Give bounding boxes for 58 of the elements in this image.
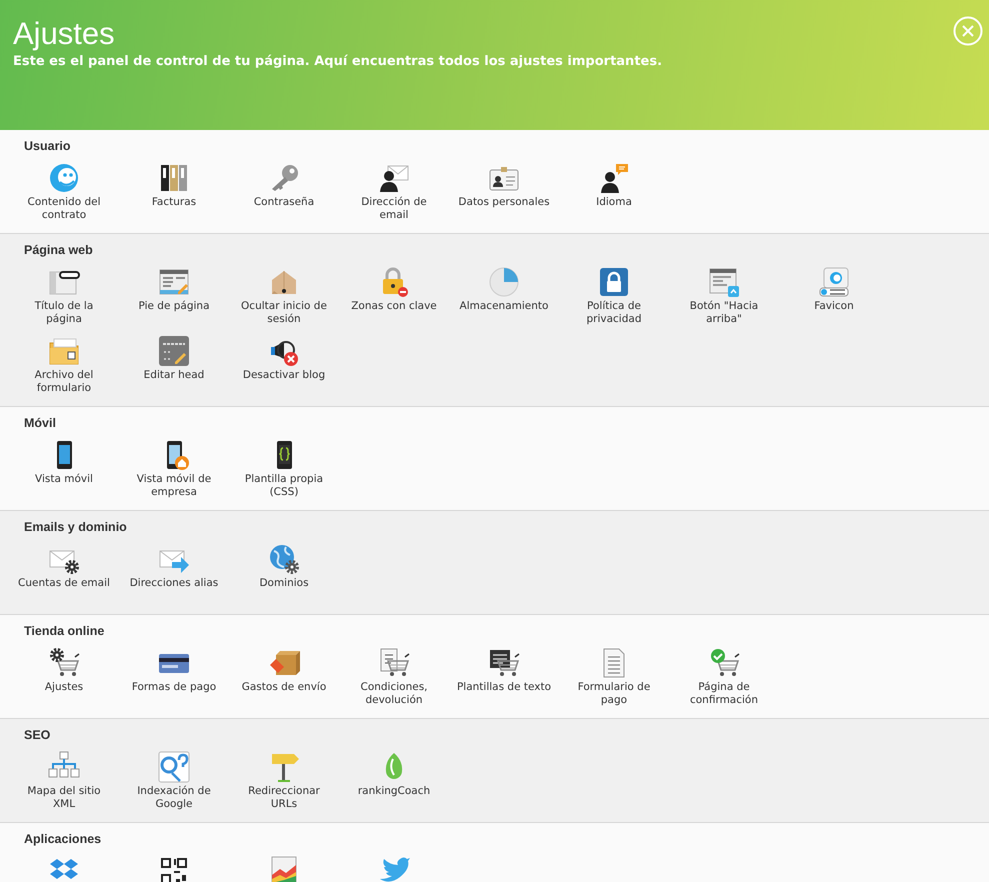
- settings-link[interactable]: Indexación de Google: [126, 785, 222, 811]
- settings-link[interactable]: rankingCoach: [358, 785, 430, 798]
- question-mark-icon[interactable]: [158, 751, 190, 783]
- section-title: Móvil: [24, 415, 57, 431]
- section-title: Usuario: [24, 138, 72, 154]
- smiley-icon[interactable]: [48, 162, 80, 194]
- cart-checkmark-icon[interactable]: [708, 647, 740, 679]
- section-title: Emails y dominio: [24, 519, 128, 535]
- section-title: Página web: [24, 242, 94, 258]
- code-icon[interactable]: [158, 335, 190, 367]
- bird-icon[interactable]: [378, 855, 410, 882]
- settings-link[interactable]: Cuentas de email: [18, 577, 110, 590]
- cart-text-icon[interactable]: [488, 647, 520, 679]
- settings-link[interactable]: Zonas con clave: [351, 300, 437, 313]
- settings-link[interactable]: Almacenamiento: [460, 300, 548, 313]
- settings-link[interactable]: Contenido del contrato: [16, 196, 112, 222]
- settings-link[interactable]: Contraseña: [254, 196, 314, 209]
- settings-link[interactable]: Direcciones alias: [130, 577, 218, 590]
- settings-link[interactable]: Favicon: [814, 300, 854, 313]
- settings-link[interactable]: Formas de pago: [132, 681, 216, 694]
- settings-link[interactable]: Condiciones, devolución: [346, 681, 442, 707]
- close-icon: [953, 16, 983, 46]
- settings-link[interactable]: Idioma: [596, 196, 632, 209]
- settings-link[interactable]: Página de confirmación: [676, 681, 772, 707]
- cart-document-icon[interactable]: [378, 647, 410, 679]
- person-speech-bubble-icon[interactable]: [598, 162, 630, 194]
- cart-gear-icon[interactable]: [48, 647, 80, 679]
- section-title: SEO: [24, 727, 52, 743]
- settings-link[interactable]: Ocultar inicio de sesión: [236, 300, 332, 326]
- settings-link[interactable]: Ajustes: [44, 681, 84, 694]
- settings-link[interactable]: Gastos de envío: [242, 681, 326, 694]
- settings-link[interactable]: Archivo del formulario: [16, 369, 112, 395]
- settings-link[interactable]: Dirección de email: [346, 196, 442, 222]
- settings-link[interactable]: Título de la página: [16, 300, 112, 326]
- settings-link[interactable]: Desactivar blog: [242, 369, 326, 382]
- settings-link[interactable]: Formulario de pago: [566, 681, 662, 707]
- globe-gear-icon[interactable]: [268, 543, 300, 575]
- window-arrow-icon[interactable]: [708, 266, 740, 298]
- settings-link[interactable]: Mapa del sitio XML: [16, 785, 112, 811]
- settings-link[interactable]: Política de privacidad: [566, 300, 662, 326]
- page-title: Ajustes: [13, 16, 116, 52]
- settings-link[interactable]: Editar head: [144, 369, 204, 382]
- settings-link[interactable]: Redireccionar URLs: [236, 785, 332, 811]
- settings-link[interactable]: Plantilla propia (CSS): [236, 473, 332, 499]
- settings-link[interactable]: Datos personales: [458, 196, 550, 209]
- settings-link[interactable]: Vista móvil: [35, 473, 93, 486]
- settings-link[interactable]: Botón "Hacia arriba": [676, 300, 772, 326]
- page-subtitle: Este es el panel de control de tu página. Aquí encuentras todos los ajustes importantes.: [13, 54, 662, 69]
- qr-code-icon[interactable]: [158, 855, 190, 882]
- binders-icon[interactable]: [158, 162, 190, 194]
- settings-link[interactable]: Plantillas de texto: [456, 681, 552, 694]
- settings-link[interactable]: Dominios: [259, 577, 309, 590]
- settings-link[interactable]: Vista móvil de empresa: [126, 473, 222, 499]
- lock-icon[interactable]: [598, 266, 630, 298]
- section-title: Aplicaciones: [24, 831, 102, 847]
- settings-link[interactable]: Pie de página: [138, 300, 210, 313]
- section-title: Tienda online: [24, 623, 106, 639]
- settings-link[interactable]: Facturas: [152, 196, 196, 209]
